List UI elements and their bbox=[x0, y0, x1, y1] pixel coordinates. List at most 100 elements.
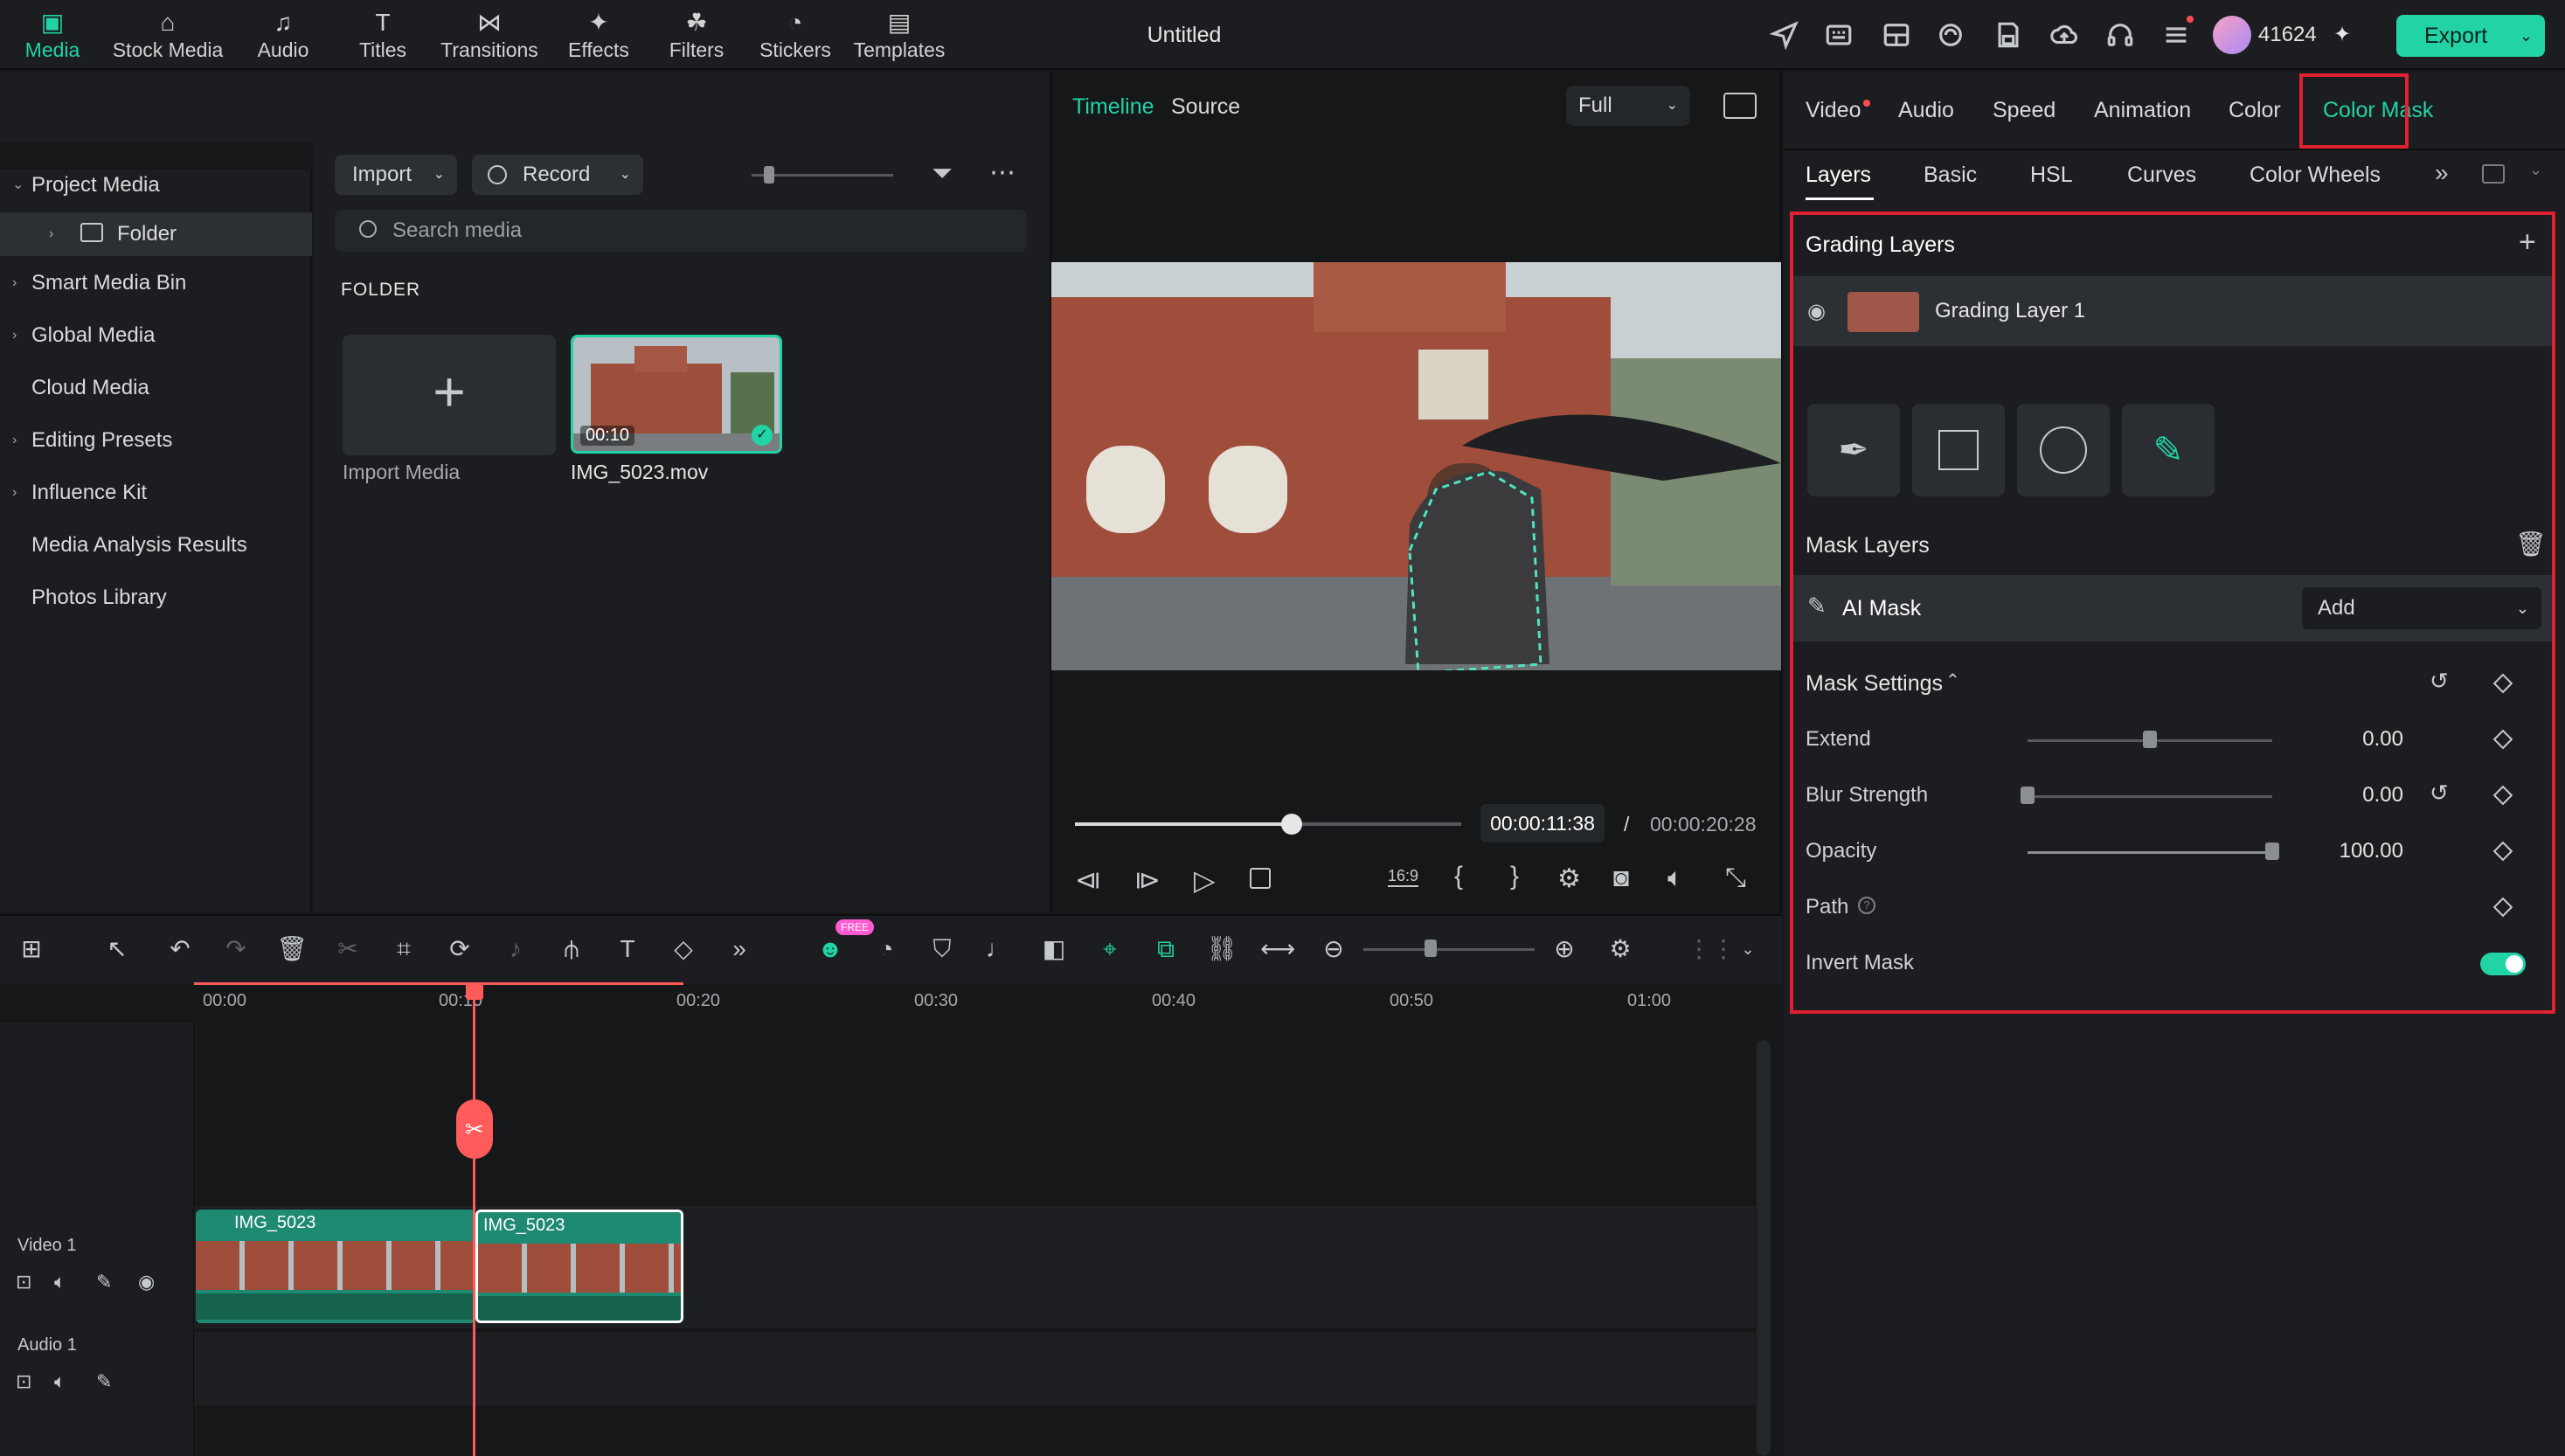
pen-mask-tool[interactable]: ✒ bbox=[1807, 404, 1900, 496]
subtab-color-wheels[interactable]: Color Wheels bbox=[2250, 163, 2381, 188]
timeline-clip-selected[interactable]: IMG_5023 bbox=[475, 1210, 683, 1323]
tab-media[interactable]: ▣ Media bbox=[12, 7, 93, 68]
blur-strength-slider-knob[interactable] bbox=[2021, 787, 2035, 804]
timeline-ruler[interactable] bbox=[0, 984, 1782, 1023]
tab-color[interactable]: Color bbox=[2229, 98, 2281, 123]
tab-templates[interactable]: ▤ Templates bbox=[849, 7, 949, 68]
subtab-layers[interactable]: Layers bbox=[1806, 163, 1871, 188]
tab-audio[interactable]: ♫ Audio bbox=[246, 7, 320, 68]
ai-tools-icon[interactable]: ⟳ bbox=[442, 932, 477, 967]
audio-tools-icon[interactable]: ♪ bbox=[498, 932, 533, 967]
redo-icon[interactable]: ↷ bbox=[218, 932, 253, 967]
shape-icon[interactable]: ◇ bbox=[666, 932, 701, 967]
next-frame-icon[interactable]: ⧐ bbox=[1134, 865, 1161, 896]
tab-source[interactable]: Source bbox=[1171, 94, 1240, 120]
chevron-down-icon[interactable]: ⌄ bbox=[2529, 161, 2542, 179]
video-preview[interactable] bbox=[1051, 262, 1781, 670]
sidebar-item-editing-presets[interactable]: › Editing Presets bbox=[0, 419, 312, 462]
help-icon[interactable]: ? bbox=[1858, 897, 1875, 914]
timeline-settings-icon[interactable]: ⚙ bbox=[1603, 932, 1638, 967]
zoom-slider[interactable] bbox=[1363, 948, 1535, 951]
quality-select[interactable]: Full ⌄ bbox=[1566, 86, 1690, 126]
search-input[interactable]: Search media bbox=[335, 210, 1027, 252]
aspect-ratio-icon[interactable]: 16:9 bbox=[1388, 867, 1419, 887]
export-button[interactable]: Export ⌄ bbox=[2396, 15, 2545, 57]
delete-icon[interactable]: 🗑︎ bbox=[274, 932, 309, 967]
sidebar-item-smart-media-bin[interactable]: › Smart Media Bin bbox=[0, 261, 312, 305]
ellipse-mask-tool[interactable] bbox=[2017, 404, 2110, 496]
playhead[interactable] bbox=[473, 984, 475, 1456]
record-button[interactable]: Record ⌄ bbox=[472, 155, 643, 195]
tab-stock-media[interactable]: ⌂ Stock Media bbox=[107, 7, 229, 68]
sidebar-item-photos-library[interactable]: Photos Library bbox=[0, 576, 312, 620]
tab-transitions[interactable]: ⋈ Transitions bbox=[437, 7, 542, 68]
split-screen-icon[interactable]: ◧ bbox=[1036, 932, 1071, 967]
timeline-clip[interactable]: IMG_5023 bbox=[196, 1210, 475, 1323]
previous-frame-icon[interactable]: ⧏ bbox=[1075, 865, 1101, 896]
compare-icon[interactable] bbox=[2482, 164, 2505, 184]
blur-strength-slider[interactable] bbox=[2028, 795, 2272, 798]
chevron-up-icon[interactable]: ⌃ bbox=[1945, 669, 1960, 691]
cut-icon[interactable]: ✂ bbox=[330, 932, 365, 967]
tab-stickers[interactable]: ◔ Stickers bbox=[753, 7, 837, 68]
tab-animation[interactable]: Animation bbox=[2094, 98, 2191, 123]
tab-audio-props[interactable]: Audio bbox=[1898, 98, 1954, 123]
tab-video[interactable]: Video bbox=[1806, 98, 1861, 123]
opacity-slider-knob[interactable] bbox=[2265, 842, 2279, 860]
sidebar-item-cloud-media[interactable]: Cloud Media bbox=[0, 366, 312, 410]
volume-icon[interactable]: 🔈︎ bbox=[1667, 863, 1683, 893]
tab-timeline[interactable]: Timeline bbox=[1072, 94, 1154, 120]
volume-icon[interactable]: 🔈︎ bbox=[54, 1271, 66, 1293]
add-layer-icon[interactable]: + bbox=[2519, 225, 2536, 260]
tab-speed[interactable]: Speed bbox=[1993, 98, 2055, 123]
chevron-down-icon[interactable]: ⌄ bbox=[1730, 932, 1765, 967]
send-icon[interactable] bbox=[1767, 17, 1802, 52]
subtab-hsl[interactable]: HSL bbox=[2030, 163, 2073, 188]
media-clip-thumbnail[interactable]: 00:10 ✓ bbox=[571, 335, 782, 454]
more-tabs-icon[interactable]: » bbox=[2435, 159, 2449, 187]
work-area-bar[interactable] bbox=[194, 982, 683, 985]
split-icon[interactable]: ⫛ bbox=[554, 932, 589, 967]
playhead-handle[interactable] bbox=[466, 982, 483, 1000]
mark-out-icon[interactable]: } bbox=[1510, 862, 1519, 891]
extend-value[interactable]: 0.00 bbox=[2307, 727, 2403, 752]
trash-icon[interactable]: 🗑︎ bbox=[2515, 530, 2547, 558]
filter-icon[interactable]: ⏷ bbox=[932, 159, 953, 189]
slider-knob[interactable] bbox=[764, 166, 774, 184]
blur-strength-value[interactable]: 0.00 bbox=[2307, 783, 2403, 808]
more-icon[interactable]: ⋯ bbox=[989, 157, 1016, 188]
snapshot-icon[interactable]: ◙ bbox=[1613, 863, 1629, 893]
timeline-scrollbar[interactable] bbox=[1757, 1040, 1771, 1456]
snap-icon[interactable]: ⌖ bbox=[1092, 932, 1127, 967]
mask-mode-select[interactable]: Add ⌄ bbox=[2302, 587, 2541, 629]
subtab-basic[interactable]: Basic bbox=[1924, 163, 1977, 188]
keyboard-icon[interactable] bbox=[1821, 17, 1856, 52]
cloud-upload-icon[interactable] bbox=[2047, 17, 2082, 52]
select-tool-icon[interactable]: ↖ bbox=[100, 932, 135, 967]
menu-icon[interactable] bbox=[2159, 17, 2194, 52]
mute-icon[interactable]: ✎ bbox=[96, 1370, 112, 1393]
tab-filters[interactable]: ☘ Filters bbox=[657, 7, 736, 68]
more-tools-icon[interactable]: » bbox=[722, 932, 757, 967]
tab-titles[interactable]: T Titles bbox=[346, 7, 419, 68]
speed-ramp-icon[interactable]: ◔ bbox=[869, 932, 904, 967]
folder-icon[interactable]: ⊡ bbox=[16, 1271, 31, 1293]
playback-progress-knob[interactable] bbox=[1280, 814, 1302, 835]
ai-copilot-icon[interactable]: ☻ bbox=[813, 932, 848, 967]
headset-icon[interactable] bbox=[2103, 17, 2138, 52]
sidebar-item-media-analysis-results[interactable]: Media Analysis Results bbox=[0, 523, 312, 567]
layout-icon[interactable] bbox=[1879, 17, 1914, 52]
reset-icon[interactable]: ↺ bbox=[2430, 668, 2449, 695]
undo-icon[interactable]: ↶ bbox=[163, 932, 198, 967]
mute-icon[interactable]: ✎ bbox=[96, 1271, 112, 1293]
zoom-in-icon[interactable]: ⊕ bbox=[1547, 932, 1582, 967]
fit-timeline-icon[interactable]: ⟷ bbox=[1260, 932, 1295, 967]
link-clips-icon[interactable]: ⧉ bbox=[1148, 932, 1183, 967]
render-settings-icon[interactable]: ⚙ bbox=[1557, 863, 1581, 894]
crop-icon[interactable]: ⌗ bbox=[386, 932, 421, 967]
mark-in-icon[interactable]: { bbox=[1454, 862, 1463, 891]
tab-effects[interactable]: ✦ Effects bbox=[559, 7, 638, 68]
ai-brush-mask-tool[interactable]: ✎ bbox=[2122, 404, 2215, 496]
community-icon[interactable] bbox=[1933, 17, 1968, 52]
sidebar-item-folder[interactable]: › Folder bbox=[0, 212, 312, 256]
